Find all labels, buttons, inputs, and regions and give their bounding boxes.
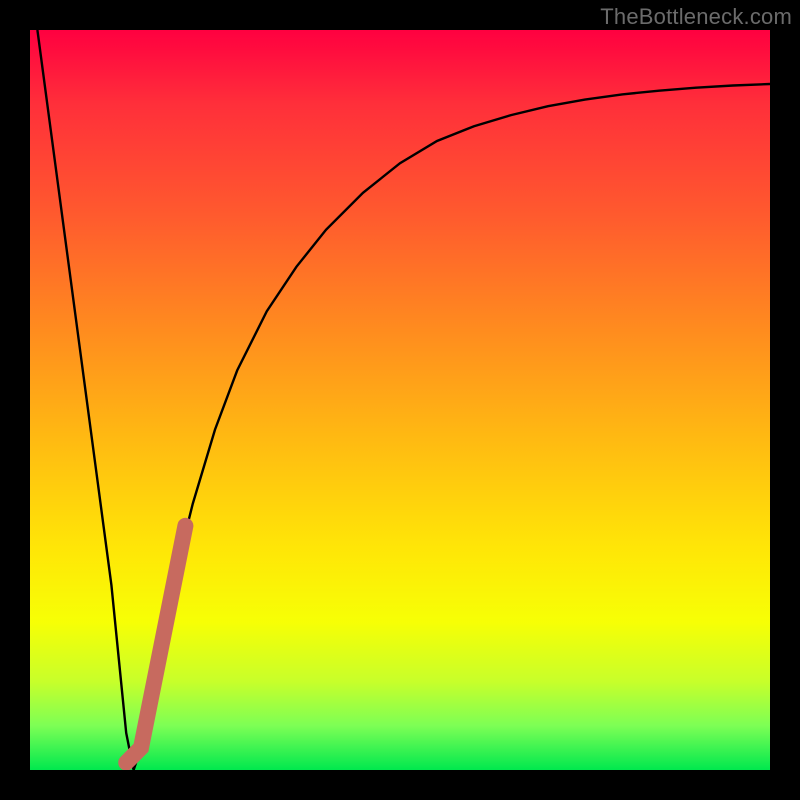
chart-frame: TheBottleneck.com [0, 0, 800, 800]
bottleneck-curve [37, 30, 770, 770]
watermark-text: TheBottleneck.com [600, 4, 792, 30]
plot-area [30, 30, 770, 770]
highlighted-segment [126, 526, 185, 763]
curve-layer [30, 30, 770, 770]
